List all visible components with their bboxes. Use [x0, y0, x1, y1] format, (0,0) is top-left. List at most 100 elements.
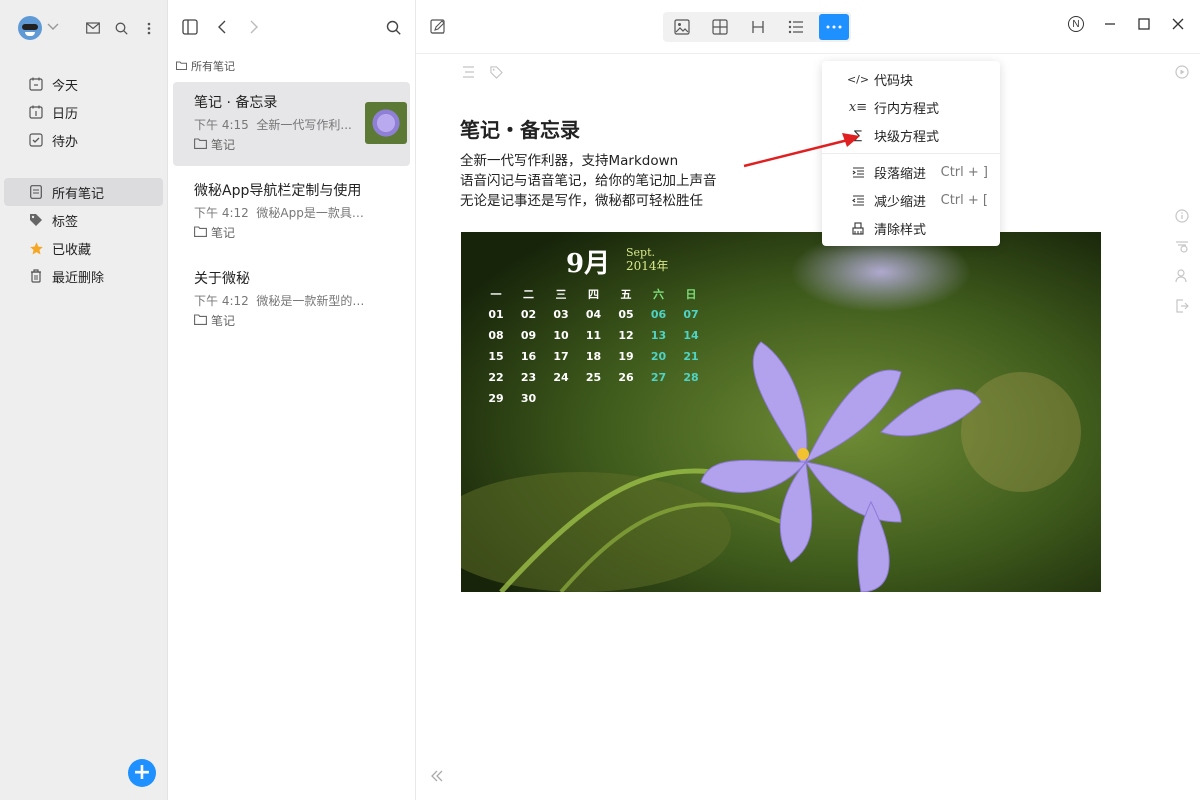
mail-icon[interactable]: [85, 20, 101, 36]
collapse-double-chevron-icon[interactable]: [430, 770, 444, 786]
calendar-day: 30: [521, 392, 537, 405]
window-controls: N: [1068, 16, 1186, 32]
heading-icon[interactable]: [739, 12, 777, 42]
folder-icon: [194, 313, 207, 328]
calendar-day: 01: [488, 308, 503, 321]
note-preview: 下午 4:15 全新一代写作利...: [194, 118, 352, 132]
insert-table-icon[interactable]: [701, 12, 739, 42]
calendar-day: 20: [651, 350, 667, 363]
play-icon[interactable]: [1174, 64, 1190, 80]
tag-icon: [28, 212, 44, 228]
list-item[interactable]: 笔记 · 备忘录 下午 4:15 全新一代写作利... 笔记: [173, 82, 410, 166]
menu-item-clear-format[interactable]: 清除样式: [822, 214, 1000, 242]
menu-item-code-block[interactable]: </> 代码块: [822, 65, 1000, 93]
format-toolbar: [663, 12, 851, 42]
back-arrow-icon[interactable]: [214, 19, 230, 35]
edit-pencil-icon[interactable]: [430, 18, 446, 35]
note-title: 关于微秘: [194, 271, 250, 287]
minimize-icon[interactable]: [1102, 16, 1118, 32]
calendar-day: 25: [586, 371, 601, 384]
tag-icon[interactable]: [488, 64, 504, 80]
calendar-month: 9月: [566, 249, 610, 279]
reminder-icon[interactable]: [1174, 238, 1190, 254]
folder-icon: [194, 137, 207, 152]
flower-calendar-image: 9月 Sept. 2014年 一 二 三 四 五 六 日 01 02 03 04 05 06 07 08 09…: [461, 232, 1101, 592]
note-thumbnail: [365, 102, 407, 144]
folder-icon: [194, 225, 207, 240]
sidebar-item-label: 已收藏: [52, 242, 92, 258]
note-preview: 下午 4:12 微秘App是一款具有高...: [194, 206, 374, 220]
search-icon[interactable]: [385, 19, 401, 35]
calendar-day: 04: [586, 308, 602, 321]
more-horizontal-button[interactable]: [819, 14, 849, 40]
calendar-day: 28: [683, 371, 698, 384]
calendar-weekday: 五: [621, 288, 632, 301]
export-icon[interactable]: [1174, 298, 1190, 314]
calendar-day: 11: [586, 329, 601, 342]
note-folder: 笔记: [194, 224, 400, 241]
block-formula-icon: ∑: [853, 128, 863, 142]
calendar-day: 27: [651, 371, 666, 384]
list-item[interactable]: 关于微秘 下午 4:12 微秘是一款新型的个人... 笔记: [173, 258, 410, 342]
menu-item-indent[interactable]: 段落缩进 Ctrl + ]: [822, 158, 1000, 186]
right-rail: [1174, 64, 1190, 314]
calendar-icon: [28, 104, 44, 120]
notes-icon: [28, 184, 44, 200]
list-item[interactable]: 微秘App导航栏定制与使用 下午 4:12 微秘App是一款具有高... 笔记: [173, 170, 410, 254]
sidebar-nav-bottom: 所有笔记 标签 已收藏 最近删除: [0, 178, 167, 290]
sidebar-item-todo[interactable]: 待办: [4, 126, 163, 154]
today-calendar-icon: [28, 76, 44, 92]
star-icon: [28, 240, 44, 256]
calendar-weekday: 二: [523, 288, 534, 301]
sidebar-item-calendar[interactable]: 日历: [4, 98, 163, 126]
sidebar-item-favorites[interactable]: 已收藏: [4, 234, 163, 262]
sidebar-item-label: 今天: [52, 78, 79, 94]
add-note-button[interactable]: +: [128, 759, 156, 787]
insert-image-icon[interactable]: [663, 12, 701, 42]
svg-text:Sept.: Sept.: [626, 246, 655, 259]
calendar-day: 07: [683, 308, 698, 321]
calendar-day: 14: [683, 329, 699, 342]
note-paragraph: 全新一代写作利器，支持Markdown: [460, 153, 679, 169]
calendar-day: 06: [651, 308, 667, 321]
checkbox-icon: [28, 132, 44, 148]
sidebar-item-today[interactable]: 今天: [4, 70, 163, 98]
note-document[interactable]: 笔记・备忘录 全新一代写作利器，支持Markdown 语音闪记与语音笔记，给你的…: [460, 114, 1110, 211]
calendar-day: 13: [651, 329, 666, 342]
forward-arrow-icon[interactable]: [246, 19, 262, 35]
note-paragraph: 无论是记事还是写作，微秘都可轻松胜任: [460, 193, 703, 209]
clear-format-icon: [850, 220, 866, 236]
calendar-day: 29: [488, 392, 503, 405]
note-image[interactable]: 9月 Sept. 2014年 一 二 三 四 五 六 日 01 02 03 04 05 06 07 08 09…: [461, 232, 1101, 592]
calendar-day: 02: [521, 308, 536, 321]
calendar-day: 24: [553, 371, 569, 384]
calendar-weekday: 日: [686, 288, 697, 301]
menu-item-inline-formula[interactable]: x≡ 行内方程式: [822, 93, 1000, 121]
menu-divider: [822, 153, 1000, 154]
more-vertical-icon[interactable]: [141, 20, 157, 36]
calendar-day: 21: [683, 350, 698, 363]
bullet-list-icon[interactable]: [777, 12, 815, 42]
sidebar-item-trash[interactable]: 最近删除: [4, 262, 163, 290]
sidebar-item-label: 日历: [52, 106, 79, 122]
notion-badge-icon[interactable]: N: [1068, 16, 1084, 32]
menu-item-outdent[interactable]: 减少缩进 Ctrl + [: [822, 186, 1000, 214]
info-icon[interactable]: [1174, 208, 1190, 224]
avatar[interactable]: [18, 16, 42, 40]
outline-icon[interactable]: [460, 64, 476, 80]
sidebar-item-all-notes[interactable]: 所有笔记: [4, 178, 163, 206]
menu-item-block-formula[interactable]: ∑ 块级方程式: [822, 121, 1000, 149]
search-icon[interactable]: [113, 20, 129, 36]
calendar-day: 05: [618, 308, 633, 321]
shortcut-label: Ctrl + ]: [940, 164, 988, 180]
calendar-day: 08: [488, 329, 503, 342]
close-icon[interactable]: [1170, 16, 1186, 32]
sidebar-item-tags[interactable]: 标签: [4, 206, 163, 234]
list-toolbar: [168, 0, 415, 54]
maximize-icon[interactable]: [1136, 16, 1152, 32]
chevron-down-icon[interactable]: [47, 23, 59, 34]
calendar-day: 23: [521, 371, 536, 384]
sidebar-toggle-icon[interactable]: [182, 19, 198, 35]
note-meta-bar: [460, 64, 504, 80]
share-user-icon[interactable]: [1174, 268, 1190, 284]
